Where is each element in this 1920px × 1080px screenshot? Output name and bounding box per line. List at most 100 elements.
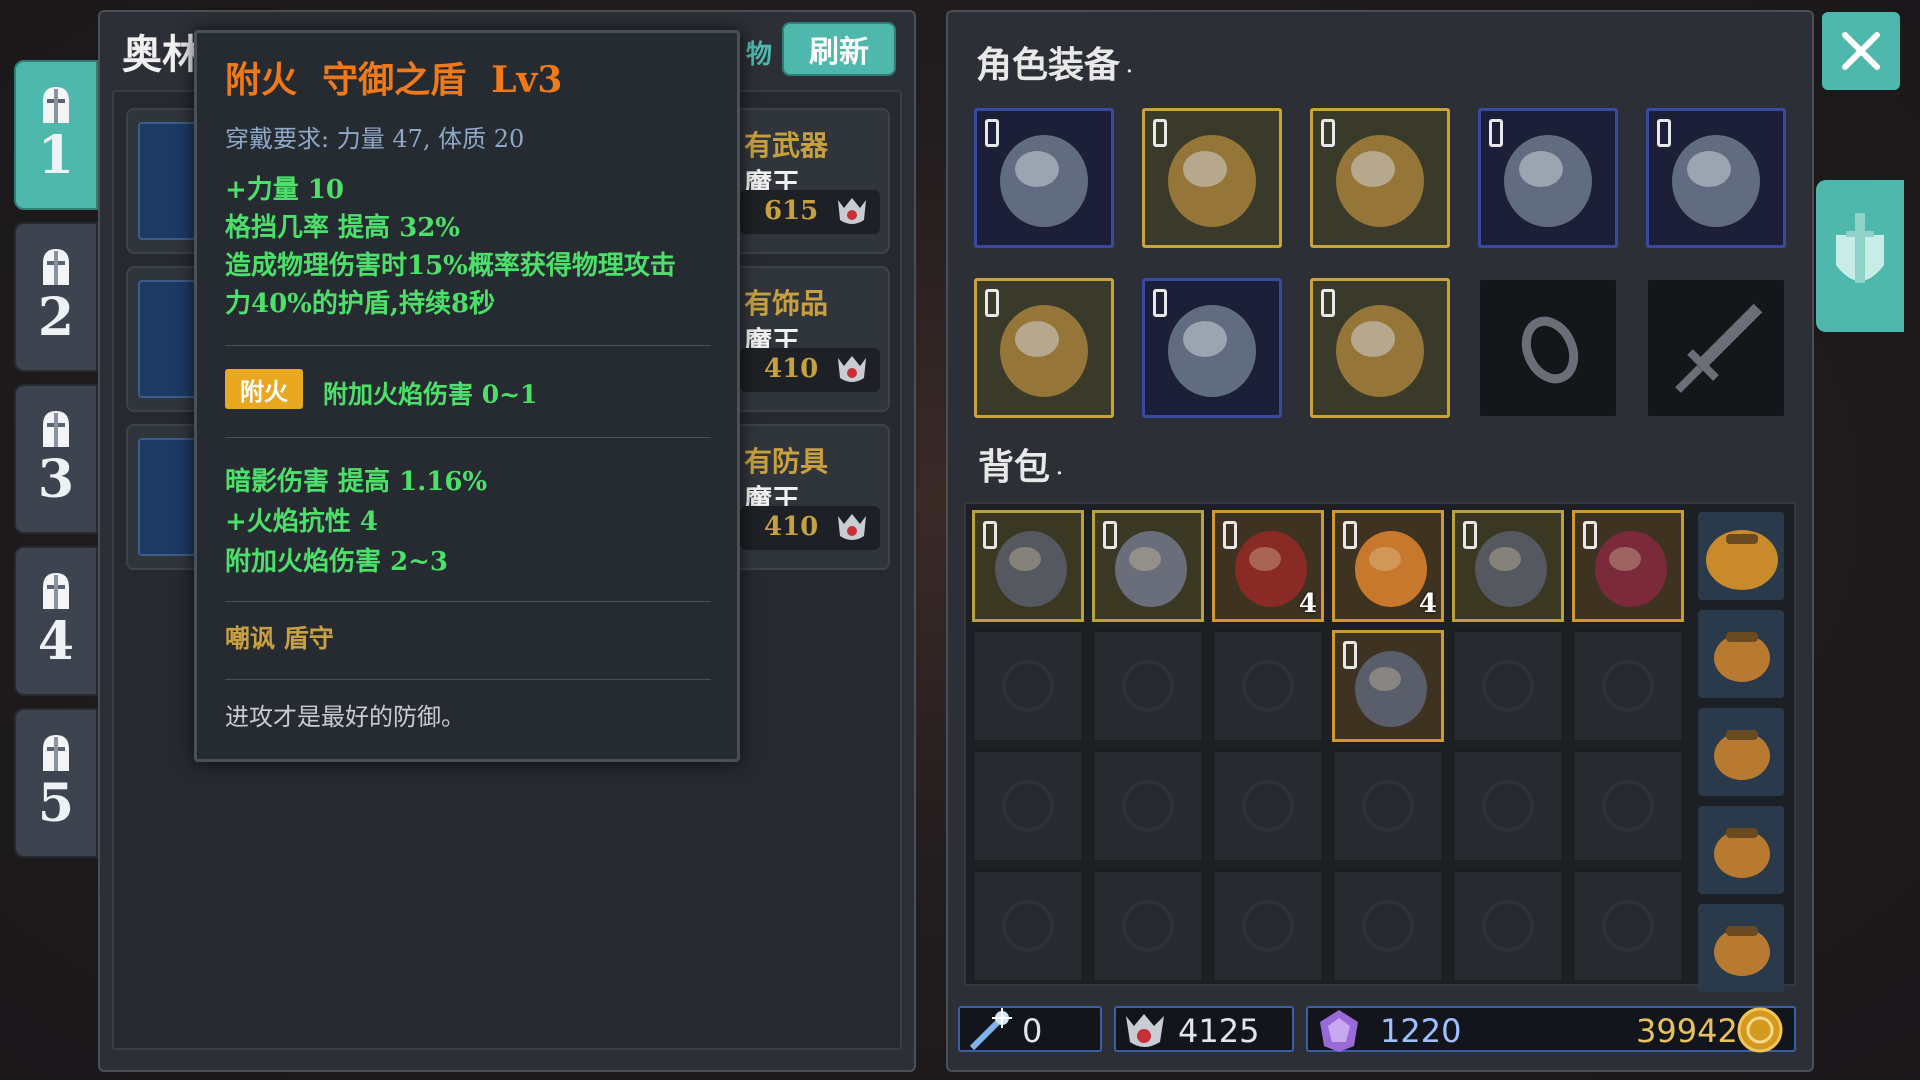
crystal-icon bbox=[1320, 1010, 1358, 1052]
bag-slot[interactable] bbox=[1452, 870, 1564, 982]
empty-slot-icon bbox=[1602, 780, 1654, 832]
close-icon bbox=[1842, 32, 1880, 70]
equipment-slot[interactable] bbox=[1646, 108, 1786, 248]
bag-slot[interactable]: 4 bbox=[1332, 510, 1444, 622]
divider bbox=[225, 437, 711, 438]
equipment-slot[interactable] bbox=[1142, 108, 1282, 248]
bag-slot[interactable] bbox=[1212, 870, 1324, 982]
loadout-tab-4[interactable]: 4 bbox=[14, 546, 98, 696]
tooltip-item-name: 守御之盾 bbox=[322, 59, 467, 101]
equipment-slot[interactable] bbox=[1478, 108, 1618, 248]
empty-slot-icon bbox=[1242, 660, 1294, 712]
large-bag-icon bbox=[1706, 530, 1778, 590]
divider bbox=[225, 601, 711, 602]
bag-slot[interactable] bbox=[1092, 630, 1204, 742]
helmet-icon bbox=[43, 411, 69, 447]
lock-icon bbox=[1103, 521, 1117, 549]
loadout-tab-number: 4 bbox=[37, 611, 75, 672]
soul-crown-icon bbox=[838, 356, 866, 382]
lock-icon bbox=[1489, 119, 1503, 147]
equipment-slot[interactable] bbox=[1142, 278, 1282, 418]
empty-slot-icon bbox=[1122, 660, 1174, 712]
tooltip-extra-stat: +火焰抗性 4 bbox=[225, 507, 378, 537]
tooltip-stat: 力40%的护盾,持续8秒 bbox=[225, 289, 496, 319]
bag-slot[interactable] bbox=[1332, 630, 1444, 742]
lock-icon bbox=[1321, 119, 1335, 147]
helmet-icon bbox=[43, 249, 69, 285]
bag-slot[interactable] bbox=[1572, 510, 1684, 622]
soul-crown-icon bbox=[838, 198, 866, 224]
bag-slot[interactable] bbox=[972, 750, 1084, 862]
shop-price-value: 615 bbox=[764, 196, 819, 226]
item-tooltip: 附火 守御之盾 Lv3 穿戴要求: 力量 47, 体质 20 +力量 10 格挡… bbox=[194, 30, 740, 762]
magic-wand-icon bbox=[969, 1008, 1012, 1051]
lock-icon bbox=[1463, 521, 1477, 549]
equipment-slot[interactable] bbox=[974, 278, 1114, 418]
empty-slot-icon bbox=[1122, 780, 1174, 832]
bag-selector[interactable] bbox=[1698, 610, 1784, 698]
loadout-tab-1[interactable]: 1 bbox=[14, 60, 98, 210]
bag-selector[interactable] bbox=[1698, 904, 1784, 992]
bag-slot[interactable] bbox=[1452, 630, 1564, 742]
lock-icon bbox=[1153, 289, 1167, 317]
lock-icon bbox=[983, 521, 997, 549]
shop-price-value: 410 bbox=[764, 354, 819, 384]
pouch-icon bbox=[1714, 828, 1770, 878]
empty-slot-icon bbox=[1002, 900, 1054, 952]
bag-slot[interactable] bbox=[972, 510, 1084, 622]
lock-icon bbox=[985, 119, 999, 147]
bag-slot[interactable]: 4 bbox=[1212, 510, 1324, 622]
refresh-button[interactable]: 刷新 bbox=[782, 22, 896, 76]
empty-slot-icon bbox=[1242, 780, 1294, 832]
ring-icon bbox=[1521, 316, 1579, 384]
tooltip-extra-stat: 暗影伤害 提高 1.16% bbox=[225, 467, 488, 497]
shop-filter-label[interactable]: 物 bbox=[746, 34, 772, 71]
soul-crown-icon bbox=[838, 514, 866, 540]
bag-slot[interactable] bbox=[1572, 870, 1684, 982]
bag-selector[interactable] bbox=[1698, 708, 1784, 796]
bag-selector[interactable] bbox=[1698, 512, 1784, 600]
empty-slot-icon bbox=[1362, 780, 1414, 832]
equipment-slot[interactable] bbox=[1310, 278, 1450, 418]
gold-count: 39942 bbox=[1636, 1012, 1738, 1050]
equipment-slot[interactable] bbox=[1478, 278, 1618, 418]
divider bbox=[225, 345, 711, 346]
bag-slot[interactable] bbox=[1092, 510, 1204, 622]
bag-slot[interactable] bbox=[972, 870, 1084, 982]
bag-slot[interactable] bbox=[1212, 630, 1324, 742]
empty-slot-icon bbox=[1122, 900, 1174, 952]
equipment-slot[interactable] bbox=[1310, 108, 1450, 248]
tooltip-extra-stat: 附加火焰伤害 2~3 bbox=[225, 547, 449, 577]
bag-slot[interactable] bbox=[1092, 870, 1204, 982]
loadout-tab-number: 3 bbox=[37, 449, 75, 510]
equipment-title: 角色装备 · bbox=[976, 44, 1133, 86]
tooltip-level: Lv3 bbox=[491, 59, 563, 101]
helmet-icon bbox=[43, 87, 69, 123]
bag-slot[interactable] bbox=[1212, 750, 1324, 862]
bag-slot[interactable] bbox=[1572, 750, 1684, 862]
bag-slot[interactable] bbox=[1452, 750, 1564, 862]
equipment-slot[interactable] bbox=[974, 108, 1114, 248]
loadout-tab-3[interactable]: 3 bbox=[14, 384, 98, 534]
bag-selector[interactable] bbox=[1698, 806, 1784, 894]
tooltip-stat: 造成物理伤害时15%概率获得物理攻击 bbox=[225, 251, 676, 281]
sword-icon bbox=[1675, 303, 1763, 393]
pouch-icon bbox=[1714, 926, 1770, 976]
equipment-slot[interactable] bbox=[1646, 278, 1786, 418]
empty-slot-icon bbox=[1602, 900, 1654, 952]
bag-slot[interactable] bbox=[972, 630, 1084, 742]
bag-slot[interactable] bbox=[1332, 870, 1444, 982]
lock-icon bbox=[1223, 521, 1237, 549]
shop-title: 奥林 bbox=[122, 31, 202, 78]
equipment-side-tab[interactable] bbox=[1816, 180, 1904, 332]
lock-icon bbox=[1153, 119, 1167, 147]
bag-slot[interactable] bbox=[1092, 750, 1204, 862]
loadout-tab-2[interactable]: 2 bbox=[14, 222, 98, 372]
backpack-icon bbox=[1714, 632, 1770, 682]
close-button[interactable] bbox=[1822, 12, 1900, 90]
bag-slot[interactable] bbox=[1452, 510, 1564, 622]
bag-slot[interactable] bbox=[1572, 630, 1684, 742]
loadout-tab-number: 2 bbox=[37, 287, 75, 348]
loadout-tab-5[interactable]: 5 bbox=[14, 708, 98, 858]
bag-slot[interactable] bbox=[1332, 750, 1444, 862]
